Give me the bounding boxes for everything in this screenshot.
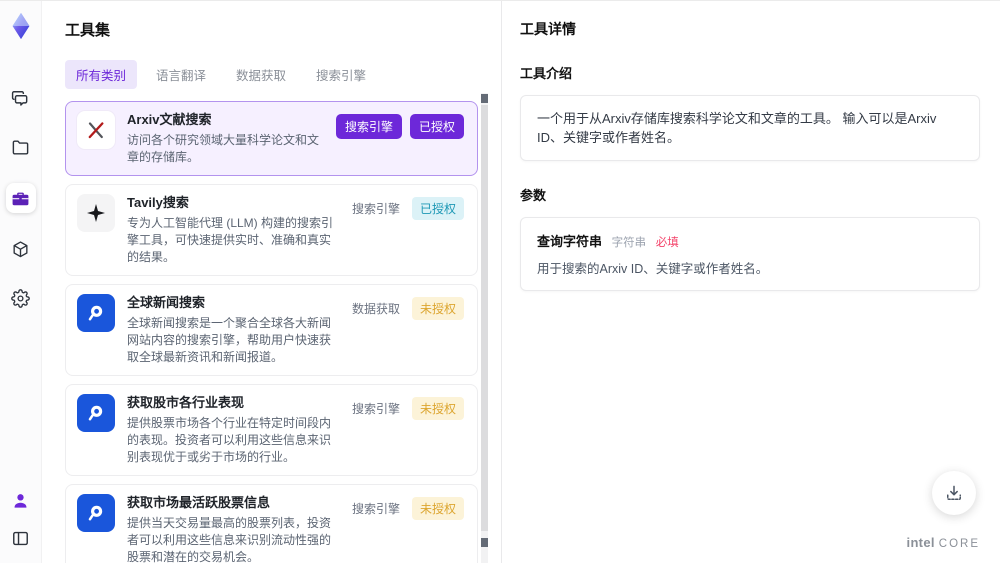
tool-description: 提供当天交易量最高的股票列表，投资者可以利用这些信息来识别流动性强的股票和潜在的… <box>127 516 332 563</box>
tool-list: Arxiv文献搜索 访问各个研究领域大量科学论文和文章的存储库。 搜索引擎 已授… <box>65 101 478 563</box>
category-badge: 搜索引擎 <box>351 502 400 516</box>
intro-box: 一个用于从Arxiv存储库搜索科学论文和文章的工具。 输入可以是Arxiv ID… <box>520 95 980 161</box>
param-required-badge: 必填 <box>655 237 679 249</box>
arxiv-icon <box>77 111 115 149</box>
param-box: 查询字符串 字符串 必填 用于搜索的Arxiv ID、关键字或作者姓名。 <box>520 217 980 291</box>
page-title: 工具集 <box>65 22 111 39</box>
brand-intel: intel <box>906 535 935 550</box>
auth-status-badge: 已授权 <box>411 197 464 220</box>
gear-icon[interactable] <box>8 285 34 311</box>
scrollbar-top-arrow[interactable] <box>481 94 488 103</box>
category-tab-2[interactable]: 数据获取 <box>225 60 297 89</box>
sidebar <box>0 1 42 563</box>
app-logo <box>6 11 36 41</box>
brand-core: core <box>938 538 980 550</box>
tool-name: 全球新闻搜索 <box>127 295 206 310</box>
detail-panel: 工具详情 工具介绍 一个用于从Arxiv存储库搜索科学论文和文章的工具。 输入可… <box>502 1 1000 563</box>
tools-panel: 工具集 所有类别 语言翻译 数据获取 搜索引擎 Arxiv文献搜索 访问各个研究… <box>42 1 502 563</box>
list-scrollbar[interactable] <box>481 93 488 563</box>
folder-icon[interactable] <box>8 134 34 160</box>
auth-status-badge: 已授权 <box>409 114 464 139</box>
cube-icon[interactable] <box>8 236 34 262</box>
tool-name: 获取股市各行业表现 <box>127 395 245 410</box>
category-tab-1[interactable]: 语言翻译 <box>145 60 217 89</box>
tool-name: Tavily搜索 <box>127 195 189 210</box>
scrollbar-bottom-arrow[interactable] <box>481 538 488 547</box>
tool-description: 访问各个研究领域大量科学论文和文章的存储库。 <box>127 133 320 164</box>
category-badge: 搜索引擎 <box>351 402 400 416</box>
params-heading: 参数 <box>520 188 547 203</box>
intro-heading: 工具介绍 <box>520 66 573 81</box>
category-tabs: 所有类别 语言翻译 数据获取 搜索引擎 <box>65 60 501 89</box>
stock-sector-icon <box>77 394 115 432</box>
user-icon[interactable] <box>8 487 34 513</box>
tool-name: 获取市场最活跃股票信息 <box>127 495 271 510</box>
app-window: 工具集 所有类别 语言翻译 数据获取 搜索引擎 Arxiv文献搜索 访问各个研究… <box>0 0 1000 563</box>
auth-status-badge: 未授权 <box>411 397 464 420</box>
category-badge: 搜索引擎 <box>335 114 402 139</box>
auth-status-badge: 未授权 <box>411 297 464 320</box>
tool-name: Arxiv文献搜索 <box>127 112 212 127</box>
category-badge: 数据获取 <box>351 302 400 316</box>
download-button[interactable] <box>932 471 976 515</box>
category-badge: 搜索引擎 <box>351 202 400 216</box>
category-tab-3[interactable]: 搜索引擎 <box>305 60 377 89</box>
auth-status-badge: 未授权 <box>411 497 464 520</box>
tool-list-item[interactable]: Tavily搜索 专为人工智能代理 (LLM) 构建的搜索引擎工具，可快速提供实… <box>65 184 478 276</box>
tool-description: 专为人工智能代理 (LLM) 构建的搜索引擎工具，可快速提供实时、准确和真实的结… <box>127 216 334 264</box>
param-name: 查询字符串 <box>537 234 603 249</box>
sidebar-nav <box>5 85 36 311</box>
intro-text: 一个用于从Arxiv存储库搜索科学论文和文章的工具。 输入可以是Arxiv ID… <box>537 111 937 145</box>
panel-toggle-icon[interactable] <box>8 525 34 551</box>
briefcase-icon[interactable] <box>5 183 36 213</box>
scrollbar-thumb[interactable] <box>481 105 488 531</box>
intel-core-logo: intel core <box>907 535 980 550</box>
tool-list-item[interactable]: 获取股市各行业表现 提供股票市场各个行业在特定时间段内的表现。投资者可以利用这些… <box>65 384 478 476</box>
param-description: 用于搜索的Arxiv ID、关键字或作者姓名。 <box>537 262 769 276</box>
sidebar-bottom <box>8 487 34 551</box>
tool-list-item[interactable]: Arxiv文献搜索 访问各个研究领域大量科学论文和文章的存储库。 搜索引擎 已授… <box>65 101 478 176</box>
chat-icon[interactable] <box>8 85 34 111</box>
param-type: 字符串 <box>611 237 647 249</box>
category-tab-0[interactable]: 所有类别 <box>65 60 138 89</box>
tavily-icon <box>77 194 115 232</box>
stock-active-icon <box>77 494 115 532</box>
detail-title: 工具详情 <box>520 21 576 37</box>
tool-list-item[interactable]: 全球新闻搜索 全球新闻搜索是一个聚合全球各大新闻网站内容的搜索引擎，帮助用户快速… <box>65 284 478 376</box>
tool-description: 提供股票市场各个行业在特定时间段内的表现。投资者可以利用这些信息来识别表现优于或… <box>127 416 332 464</box>
tool-description: 全球新闻搜索是一个聚合全球各大新闻网站内容的搜索引擎，帮助用户快速获取全球最新资… <box>127 316 332 364</box>
global-news-icon <box>77 294 115 332</box>
tool-list-item[interactable]: 获取市场最活跃股票信息 提供当天交易量最高的股票列表，投资者可以利用这些信息来识… <box>65 484 478 563</box>
